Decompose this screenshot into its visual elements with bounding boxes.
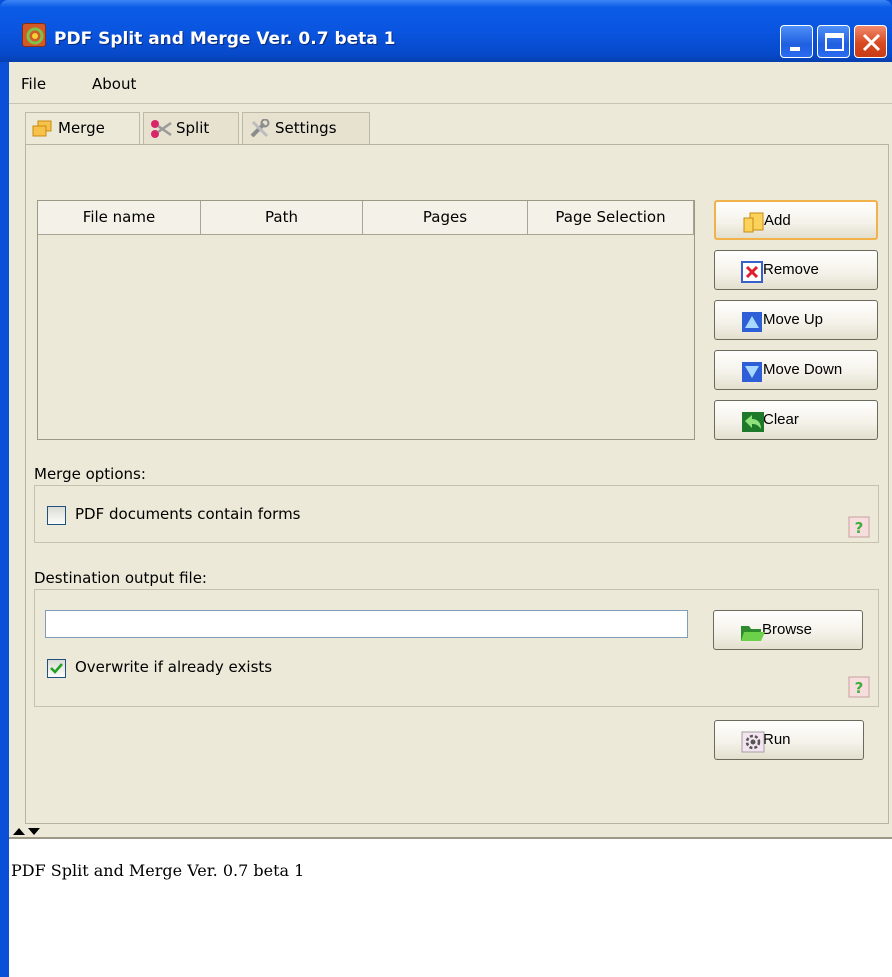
menu-file[interactable]: File <box>21 75 46 93</box>
title-bar[interactable]: PDF Split and Merge Ver. 0.7 beta 1 <box>0 0 892 62</box>
tab-settings[interactable]: Settings <box>242 112 370 144</box>
help-icon[interactable]: ? <box>848 516 870 538</box>
close-button[interactable] <box>854 25 887 58</box>
run-label: Run <box>763 731 791 748</box>
move-up-button[interactable]: Move Up <box>714 300 878 340</box>
tab-split-label: Split <box>176 119 210 137</box>
maximize-icon <box>825 33 844 51</box>
move-down-button[interactable]: Move Down <box>714 350 878 390</box>
clear-button[interactable]: Clear <box>714 400 878 440</box>
tab-strip: Merge Split Settings <box>9 106 892 144</box>
column-file-name[interactable]: File name <box>38 201 201 235</box>
add-icon <box>742 211 766 249</box>
app-logo-icon <box>22 23 46 47</box>
column-path[interactable]: Path <box>201 201 363 235</box>
column-pages[interactable]: Pages <box>363 201 528 235</box>
tab-merge[interactable]: Merge <box>25 112 140 144</box>
destination-group: Browse Overwrite if already exists ? <box>34 589 879 707</box>
svg-text:?: ? <box>855 519 864 537</box>
close-icon <box>862 33 881 52</box>
forms-checkbox[interactable] <box>47 506 66 525</box>
menu-about[interactable]: About <box>92 75 136 93</box>
splitter-handle[interactable] <box>9 824 892 837</box>
run-gear-icon <box>741 730 765 768</box>
run-button[interactable]: Run <box>714 720 864 760</box>
clear-icon <box>741 410 765 448</box>
destination-input[interactable] <box>45 610 688 638</box>
log-panel: PDF Split and Merge Ver. 0.7 beta 1 <box>9 837 892 977</box>
app-window: PDF Split and Merge Ver. 0.7 beta 1 File… <box>0 0 892 977</box>
table-header: File name Path Pages Page Selection <box>38 201 694 235</box>
merge-options-label: Merge options: <box>34 465 146 483</box>
check-icon <box>50 663 63 674</box>
arrow-up-icon <box>741 310 763 348</box>
merge-options-group: PDF documents contain forms ? <box>34 485 879 543</box>
menu-bar: File About <box>9 62 892 104</box>
overwrite-checkbox-label[interactable]: Overwrite if already exists <box>75 658 272 676</box>
move-down-label: Move Down <box>763 361 843 378</box>
window-title: PDF Split and Merge Ver. 0.7 beta 1 <box>54 29 396 49</box>
minimize-icon <box>790 47 800 51</box>
move-up-label: Move Up <box>763 311 824 328</box>
clear-label: Clear <box>763 411 799 428</box>
merge-panel: File name Path Pages Page Selection Add … <box>25 144 889 824</box>
help-icon[interactable]: ? <box>848 676 870 698</box>
forms-checkbox-label[interactable]: PDF documents contain forms <box>75 505 301 523</box>
splitter-arrows-icon[interactable] <box>11 824 51 837</box>
client-area: File About Merge Split Settings File nam… <box>9 62 892 977</box>
maximize-button[interactable] <box>817 25 850 58</box>
remove-label: Remove <box>763 261 819 278</box>
add-label: Add <box>764 212 791 229</box>
add-button[interactable]: Add <box>714 200 878 240</box>
tab-merge-label: Merge <box>58 119 105 137</box>
svg-text:?: ? <box>855 679 864 697</box>
minimize-button[interactable] <box>780 25 813 58</box>
remove-icon <box>741 260 763 298</box>
overwrite-checkbox[interactable] <box>47 659 66 678</box>
tab-settings-label: Settings <box>275 119 337 137</box>
log-line: PDF Split and Merge Ver. 0.7 beta 1 <box>11 861 305 880</box>
remove-button[interactable]: Remove <box>714 250 878 290</box>
destination-label: Destination output file: <box>34 569 207 587</box>
folder-open-icon <box>740 620 766 658</box>
browse-label: Browse <box>762 621 813 638</box>
arrow-down-icon <box>741 360 763 398</box>
column-page-selection[interactable]: Page Selection <box>528 201 694 235</box>
file-table[interactable]: File name Path Pages Page Selection <box>37 200 695 440</box>
browse-button[interactable]: Browse <box>713 610 863 650</box>
tab-split[interactable]: Split <box>143 112 239 144</box>
